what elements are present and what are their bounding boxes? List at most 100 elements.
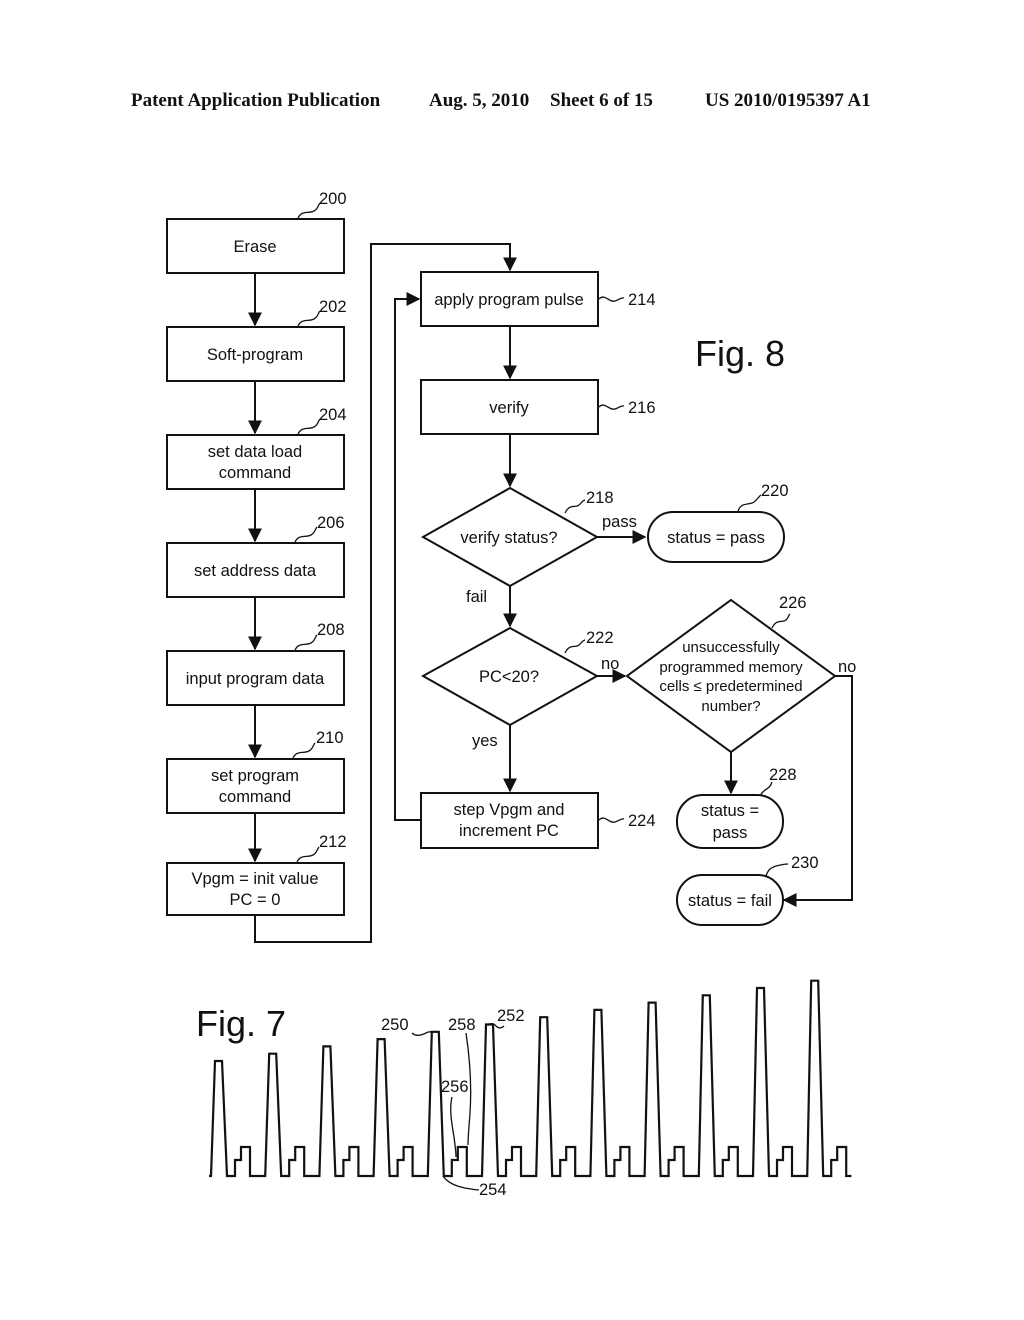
ref-208: 208 [317,621,345,639]
program-pulse [482,1025,498,1177]
terminal-220: status = pass 220 [647,482,789,563]
step-210-text-line2: command [219,788,291,806]
edge-label-yes: yes [472,732,498,750]
step-216: verify 216 [420,379,656,435]
verify-pulse [614,1147,629,1176]
program-pulse [374,1039,390,1176]
ref-216: 216 [628,399,656,417]
verify-pulse [289,1147,304,1176]
decision-218-text: verify status? [460,529,557,547]
step-208-text: input program data [186,670,325,688]
program-pulse [699,995,715,1176]
program-pulse [807,981,823,1176]
terminal-228-text-line1: status = [701,802,759,820]
step-212-text-line2: PC = 0 [230,891,281,909]
terminal-220-text: status = pass [667,529,765,547]
ref-leader [564,499,586,514]
verify-pulse [343,1147,358,1176]
ref-200: 200 [319,190,347,208]
ref-258: 258 [448,1016,476,1034]
ref-204: 204 [319,406,347,424]
program-pulse [536,1017,552,1176]
step-204: set data load command 204 [166,406,347,490]
ref-leader [297,310,321,327]
verify-pulse [777,1147,792,1176]
program-pulse [590,1010,606,1176]
ref-252: 252 [497,1007,525,1025]
figure-canvas: Erase 200 Soft-program 202 set data load… [166,190,856,1199]
step-212: Vpgm = init value PC = 0 212 [166,833,347,916]
ref-226: 226 [779,594,807,612]
step-224-text-line1: step Vpgm and [454,801,565,819]
step-200: Erase 200 [166,190,347,274]
pulse-waveform [209,979,852,1178]
ref-leader [598,296,625,302]
ref-leader [294,526,318,543]
step-216-text: verify [489,399,529,417]
program-pulse [211,1061,227,1176]
decision-226-diamond [625,598,837,754]
step-214-text: apply program pulse [434,291,584,309]
step-202: Soft-program 202 [166,298,347,382]
decision-226-text-line1: unsuccessfully [682,639,780,656]
ref-leader [292,742,316,759]
program-pulse [645,1003,661,1176]
step-200-text: Erase [233,238,276,256]
ref-228: 228 [769,766,797,784]
ref-214: 214 [628,291,656,309]
ref-leader [598,817,625,823]
step-204-text-line1: set data load [208,443,303,461]
step-204-text-line2: command [219,464,291,482]
ref-254-leader [442,1175,480,1191]
decision-226-text-line2: programmed memory [659,659,803,676]
decision-226-text-line3: cells ≤ predetermined [659,678,802,695]
program-pulse [319,1046,335,1176]
decision-226: unsuccessfully programmed memory cells ≤… [625,594,837,754]
step-206-text: set address data [194,562,317,580]
ref-leader [564,639,586,654]
edge-label-pass: pass [602,513,637,531]
fig7-title: Fig. 7 [196,1003,286,1044]
ref-leader [759,781,773,797]
ref-218: 218 [586,489,614,507]
fig8-title: Fig. 8 [695,333,785,374]
terminal-230-text: status = fail [688,892,772,910]
ref-224: 224 [628,812,656,830]
ref-250: 250 [381,1016,409,1034]
verify-pulse [452,1147,467,1176]
decision-222: PC<20? 222 [420,626,614,727]
edge-label-no-226: no [838,658,856,676]
step-224-text-line2: increment PC [459,822,559,840]
ref-222: 222 [586,629,614,647]
ref-220: 220 [761,482,789,500]
ref-212: 212 [319,833,347,851]
ref-leader [297,202,321,219]
decision-218: verify status? 218 [420,486,614,588]
ref-210: 210 [316,729,344,747]
verify-pulse [506,1147,521,1176]
ref-230: 230 [791,854,819,872]
verify-pulse [560,1147,575,1176]
ref-leader [598,404,625,410]
ref-leader [296,846,320,863]
ref-leader [297,418,321,435]
terminal-228: status = pass 228 [676,766,797,849]
decision-222-text: PC<20? [479,668,539,686]
verify-pulse [398,1147,413,1176]
program-pulse [428,1032,444,1176]
verify-pulse [235,1147,250,1176]
ref-leader [294,634,318,651]
edge-label-fail: fail [466,588,487,606]
step-214: apply program pulse 214 [420,271,656,327]
ref-202: 202 [319,298,347,316]
program-pulse [753,988,769,1176]
ref-256: 256 [441,1078,469,1096]
edge-label-no-222: no [601,655,619,673]
ref-leader [765,863,789,877]
terminal-228-text-line2: pass [713,824,748,842]
decision-226-text-line4: number? [701,698,760,715]
ref-leader [771,613,791,629]
verify-pulse [669,1147,684,1176]
verify-pulse [831,1147,846,1176]
ref-206: 206 [317,514,345,532]
